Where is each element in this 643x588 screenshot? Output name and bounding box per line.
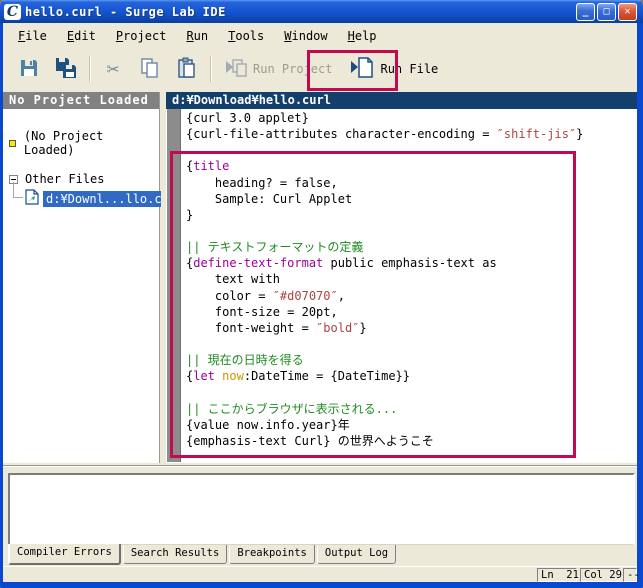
tab-breakpoints[interactable]: Breakpoints <box>229 545 315 564</box>
curl-logo-icon: C <box>4 3 21 20</box>
window-frame-right <box>637 23 643 588</box>
copy-button[interactable] <box>134 53 166 85</box>
menu-bar: File Edit Project Run Tools Window Help <box>3 25 637 46</box>
menu-tools[interactable]: Tools <box>219 27 273 45</box>
menu-project[interactable]: Project <box>107 27 176 45</box>
menu-file[interactable]: File <box>9 27 56 45</box>
curl-file-icon <box>25 189 39 208</box>
tree-connector <box>13 182 14 197</box>
ide-window: C hello.curl - Surge Lab IDE _ □ ✕ File … <box>0 0 643 588</box>
run-file-icon <box>349 56 375 83</box>
horizontal-splitter[interactable] <box>3 465 637 467</box>
editor-header: d:¥Download¥hello.curl <box>166 92 637 109</box>
output-panel[interactable] <box>8 473 635 545</box>
close-button[interactable]: ✕ <box>618 2 637 21</box>
copy-pages-icon <box>139 57 161 82</box>
title-bar[interactable]: C hello.curl - Surge Lab IDE _ □ ✕ <box>0 0 643 23</box>
tree-item-no-project[interactable]: (No Project Loaded) <box>9 129 159 157</box>
menu-run[interactable]: Run <box>177 27 217 45</box>
save-all-button[interactable] <box>50 53 82 85</box>
code-area[interactable]: {curl 3.0 applet} {curl-file-attributes c… <box>186 110 635 461</box>
maximize-button[interactable]: □ <box>597 2 616 21</box>
project-bullet-icon <box>9 139 16 147</box>
save-button[interactable] <box>13 53 45 85</box>
project-panel-header: No Project Loaded <box>3 92 159 109</box>
tree-connector <box>13 197 23 198</box>
tab-output-log[interactable]: Output Log <box>316 545 397 564</box>
run-file-button[interactable]: Run File <box>343 53 444 85</box>
bottom-tab-strip: Compiler Errors Search Results Breakpoin… <box>8 544 398 565</box>
cut-scissors-icon: ✂ <box>106 56 120 81</box>
menu-help[interactable]: Help <box>339 27 386 45</box>
run-file-label: Run File <box>380 62 439 76</box>
toolbar-separator <box>210 56 212 82</box>
toolbar-separator <box>89 56 91 82</box>
menu-window[interactable]: Window <box>275 27 336 45</box>
window-title: hello.curl - Surge Lab IDE <box>25 4 226 19</box>
window-frame-bottom <box>0 582 643 588</box>
paste-clipboard-icon <box>176 57 198 82</box>
run-project-label: Run Project <box>253 62 333 76</box>
project-tree: (No Project Loaded) Other Files d:¥Downl… <box>3 109 187 462</box>
status-column-indicator: Col 29 <box>580 567 622 582</box>
menu-edit[interactable]: Edit <box>58 27 105 45</box>
run-project-button: Run Project <box>218 53 338 85</box>
status-line-indicator: Ln 21 <box>537 567 579 582</box>
tab-compiler-errors[interactable]: Compiler Errors <box>8 544 121 565</box>
status-resize-grip: -- <box>623 567 640 582</box>
project-panel: No Project Loaded (No Project Loaded) Ot… <box>3 92 187 463</box>
paste-button[interactable] <box>171 53 203 85</box>
editor-panel: d:¥Download¥hello.curl {curl 3.0 applet}… <box>166 92 637 463</box>
toolbar: ✂ Run Project Run File <box>3 46 637 92</box>
tab-search-results[interactable]: Search Results <box>122 545 228 564</box>
cut-button[interactable]: ✂ <box>97 53 129 85</box>
tree-item-other-files[interactable]: Other Files <box>9 172 104 186</box>
save-floppy-icon <box>18 57 40 82</box>
minimize-button[interactable]: _ <box>576 2 595 21</box>
status-bar: Ln 21 Col 29 -- <box>3 566 640 582</box>
editor-gutter <box>167 109 181 462</box>
save-all-floppy-icon <box>54 56 78 83</box>
run-project-icon <box>224 57 248 82</box>
code-lines: {curl 3.0 applet} {curl-file-attributes c… <box>186 111 584 448</box>
